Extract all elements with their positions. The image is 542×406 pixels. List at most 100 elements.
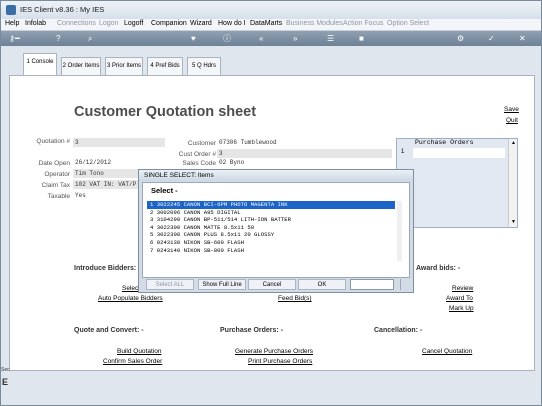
purchase-orders-header: Purchase Orders [415, 139, 474, 146]
quote-convert-title: Quote and Convert: - [74, 327, 144, 334]
feed-bids-link[interactable]: Feed Bid(s) [278, 295, 312, 302]
menu-connections[interactable]: Connections [57, 20, 96, 27]
select-input[interactable] [350, 279, 394, 290]
tab-order-items[interactable]: 2 Order Items [61, 57, 101, 75]
check-icon[interactable]: ✓ [488, 33, 495, 44]
help-icon[interactable]: ? [56, 33, 60, 44]
tab-console-label: Console [31, 59, 54, 65]
dialog-body: Select - 1 3022245 CANON BCI-6PM PHOTO M… [142, 182, 410, 278]
scroll-down-icon[interactable]: ▼ [511, 219, 516, 225]
list-item[interactable]: 1 3022245 CANON BCI-6PM PHOTO MAGENTA IN… [147, 201, 395, 209]
menu-action-focus[interactable]: Action Focus [343, 20, 383, 27]
dialog-title: SINGLE SELECT: Items [139, 170, 413, 181]
settings-icon[interactable]: ⚙ [457, 33, 464, 44]
build-quotation-link[interactable]: Build Quotation [117, 348, 161, 355]
taxable-field[interactable]: Yes [73, 191, 145, 200]
favorite-icon[interactable]: ♥ [191, 33, 196, 44]
tab-pref-bids[interactable]: 4 Pref Bids [147, 57, 183, 75]
tab-strip: 1 Console 2 Order Items 3 Prior Items 4 … [9, 49, 535, 76]
list-item[interactable]: 3 3104290 CANON BP-511/514 LITH-ION BATT… [147, 216, 395, 224]
grid-scrollbar[interactable]: ▲ ▼ [508, 139, 517, 227]
tab-q-hdrs-key: 5 [191, 63, 196, 69]
claim-tax-label: Claim Tax [41, 182, 70, 189]
save-link[interactable]: Save [504, 106, 519, 113]
list-item[interactable]: 6 0243138 NIKON SB-600 FLASH [147, 239, 395, 247]
quotation-field[interactable]: 3 [73, 138, 165, 147]
menu-logon[interactable]: Logon [99, 20, 118, 27]
back-icon[interactable]: « [259, 33, 263, 44]
single-select-dialog: SINGLE SELECT: Items Select - 1 3022245 … [138, 169, 414, 293]
operator-field[interactable]: Tim Tono [73, 169, 145, 178]
list-item[interactable]: 5 3022308 CANON PLUS 8.5x11 20 GLOSSY [147, 231, 395, 239]
toolbar: ⚷━ ? ⌕ ♥ ⓘ « » ☰ ■ ⚙ ✓ ✕ [1, 31, 541, 46]
cust-order-field[interactable]: 3 [217, 149, 392, 158]
select-all-button[interactable]: Select ALL [146, 279, 194, 290]
date-open-label: Date Open [38, 160, 70, 167]
tab-console[interactable]: 1 Console [23, 53, 57, 76]
select-bidders-link[interactable]: Selec [122, 285, 138, 292]
forward-icon[interactable]: » [293, 33, 297, 44]
mark-up-link[interactable]: Mark Up [449, 305, 474, 312]
tab-pref-bids-key: 4 [150, 63, 154, 69]
quit-link[interactable]: Quit [506, 117, 518, 124]
key-icon[interactable]: ⚷━ [9, 33, 20, 44]
menu-infolab[interactable]: Infolab [25, 20, 46, 27]
ok-button[interactable]: OK [298, 279, 346, 290]
generate-purchase-orders-link[interactable]: Generate Purchase Orders [235, 348, 313, 355]
tab-prior-items[interactable]: 3 Prior Items [105, 57, 143, 75]
menu-icon[interactable]: ☰ [327, 33, 334, 44]
dialog-button-bar: Select ALL Show Full Line Cancel OK [142, 278, 410, 291]
tab-order-items-label: Order Items [67, 63, 100, 69]
review-link[interactable]: Review [452, 285, 473, 292]
menu-how-do-i[interactable]: How do I [218, 20, 246, 27]
cancel-button[interactable]: Cancel [248, 279, 296, 290]
stop-icon[interactable]: ■ [359, 33, 364, 44]
claim-tax-field[interactable]: 102 VAT IN: VAT/P [73, 180, 145, 189]
menu-option-select[interactable]: Option Select [387, 20, 429, 27]
items-list: 1 3022245 CANON BCI-6PM PHOTO MAGENTA IN… [147, 201, 402, 261]
menu-wizard[interactable]: Wizard [190, 20, 212, 27]
title-bar: IES Client v8.36 : My IES [1, 1, 541, 19]
sales-code-field[interactable]: 02 Byno [217, 158, 392, 167]
confirm-sales-order-link[interactable]: Confirm Sales Order [103, 358, 162, 365]
menu-help[interactable]: Help [5, 20, 19, 27]
info-icon[interactable]: ⓘ [223, 33, 231, 44]
close-icon[interactable]: ✕ [519, 33, 526, 44]
tab-pref-bids-label: Pref Bids [155, 63, 180, 69]
dialog-header: Select - [151, 186, 178, 195]
menu-bar: Help Infolab Connections Logon Logoff Co… [1, 19, 541, 31]
cancellation-title: Cancellation: - [374, 327, 423, 334]
date-open-field[interactable]: 26/12/2012 [73, 158, 145, 167]
tab-console-key: 1 [26, 59, 30, 65]
award-to-link[interactable]: Award To [446, 295, 473, 302]
menu-datamarts[interactable]: DataMarts [250, 20, 282, 27]
sales-code-label: Sales Code [182, 160, 216, 167]
grid-cell[interactable] [413, 148, 505, 158]
list-item[interactable]: 4 3022300 CANON MATTE 8.5x11 50 [147, 224, 395, 232]
menu-companion[interactable]: Companion [151, 20, 187, 27]
cancel-quotation-link[interactable]: Cancel Quotation [422, 348, 472, 355]
show-full-line-button[interactable]: Show Full Line [198, 279, 246, 290]
menu-business-modules[interactable]: Business Modules [286, 20, 343, 27]
auto-populate-bidders-link[interactable]: Auto Populate Bidders [98, 295, 163, 302]
menu-logoff[interactable]: Logoff [124, 20, 143, 27]
left-edge-labels: Sec E [1, 359, 10, 399]
tab-order-items-key: 2 [62, 63, 66, 69]
list-item[interactable]: 2 3002096 CANON A95 DIGITAL [147, 209, 395, 217]
taxable-label: Taxable [47, 193, 70, 200]
purchase-orders-title: Purchase Orders: - [220, 327, 284, 334]
operator-label: Operator [44, 171, 70, 178]
introduce-bidders-title: Introduce Bidders: [74, 265, 137, 272]
customer-field[interactable]: 07306 Tumblewood [217, 138, 392, 147]
window-title: IES Client v8.36 : My IES [20, 5, 105, 14]
scroll-up-icon[interactable]: ▲ [511, 140, 516, 146]
e-label: E [2, 377, 9, 387]
list-item[interactable]: 7 0243140 NIKON SB-800 FLASH [147, 247, 395, 255]
quotation-label: Quotation # [36, 138, 70, 145]
dialog-separator [400, 279, 401, 290]
print-purchase-orders-link[interactable]: Print Purchase Orders [248, 358, 312, 365]
list-scrollbar[interactable] [397, 201, 402, 261]
search-icon[interactable]: ⌕ [88, 33, 92, 44]
tab-q-hdrs[interactable]: 5 Q Hdrs [187, 57, 221, 75]
customer-label: Customer [187, 140, 216, 147]
